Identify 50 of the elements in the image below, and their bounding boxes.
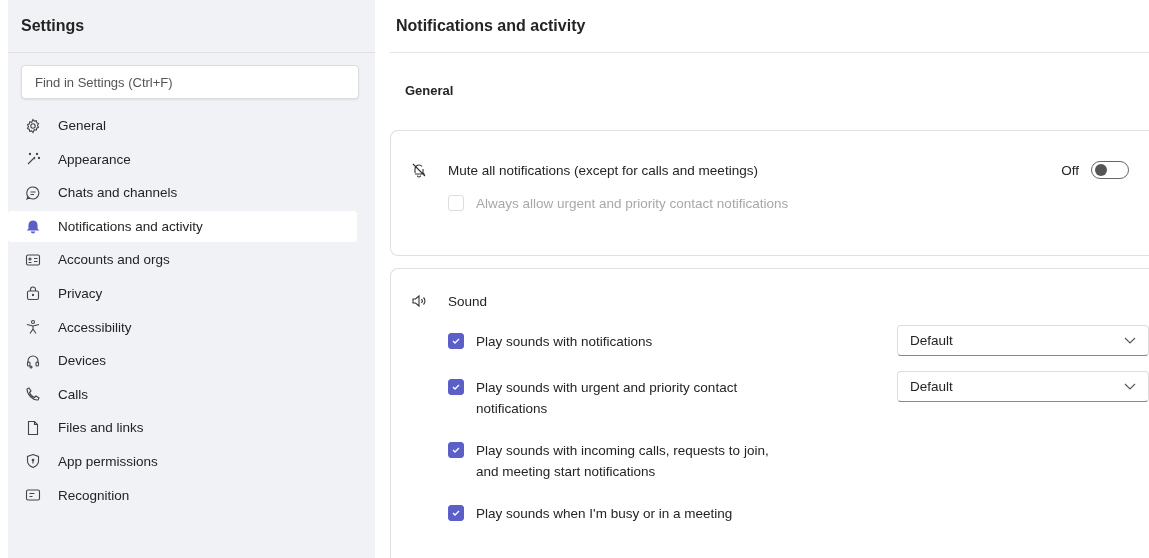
- contact-card-icon: [25, 251, 41, 268]
- check-icon: [451, 445, 461, 455]
- sidebar-item[interactable]: Accessibility: [8, 311, 357, 343]
- sidebar-item[interactable]: Chats and channels: [8, 177, 357, 209]
- chevron-down-icon: [1124, 336, 1136, 345]
- sidebar-item[interactable]: Privacy: [8, 277, 357, 309]
- checkbox[interactable]: [448, 379, 464, 395]
- bell-off-icon: [411, 162, 427, 178]
- check-icon: [451, 508, 461, 518]
- search-field[interactable]: Find in Settings (Ctrl+F): [21, 65, 359, 99]
- sidebar-item[interactable]: Recognition: [8, 479, 357, 511]
- check-icon: [451, 382, 461, 392]
- sidebar-item[interactable]: Notifications and activity: [8, 210, 357, 242]
- sidebar-item[interactable]: General: [8, 110, 357, 141]
- sidebar-item[interactable]: Appearance: [8, 143, 357, 175]
- checkbox-label: Play sounds with notifications: [476, 333, 654, 351]
- checkbox-label: Always allow urgent and priority contact notifications: [476, 195, 789, 213]
- chevron-down-icon: [1124, 382, 1136, 391]
- sidebar-item[interactable]: Files and links: [8, 412, 357, 444]
- page-title: Notifications and activity: [390, 0, 1149, 53]
- sidebar-item[interactable]: Devices: [8, 345, 357, 377]
- section-title: Sound: [448, 293, 488, 309]
- checkbox[interactable]: [448, 442, 464, 458]
- lock-icon: [25, 285, 41, 302]
- person-icon: [25, 319, 41, 336]
- checkbox-label: Play sounds when I'm busy or in a meeting: [476, 505, 734, 523]
- dropdown[interactable]: Default: [897, 325, 1149, 356]
- sidebar-item[interactable]: Accounts and orgs: [8, 244, 357, 276]
- list-icon: [25, 487, 41, 504]
- section-heading: General: [404, 82, 455, 100]
- headset-icon: [25, 352, 41, 369]
- checkbox-label: Play sounds with incoming calls, requests to join, and meeting start notifications: [476, 442, 770, 481]
- sidebar-item[interactable]: App permissions: [8, 445, 357, 477]
- checkbox[interactable]: [448, 333, 464, 349]
- toggle-switch[interactable]: [1091, 161, 1129, 179]
- sidebar-title: Settings: [8, 0, 375, 53]
- setting-label: Mute all notifications (except for calls and meetings): [448, 162, 758, 178]
- checkbox[interactable]: [448, 505, 464, 521]
- dropdown[interactable]: Default: [897, 371, 1149, 402]
- sidebar-item[interactable]: Calls: [8, 378, 357, 410]
- chat-icon: [25, 184, 41, 201]
- document-icon: [25, 419, 41, 436]
- bell-icon: [25, 218, 41, 235]
- phone-icon: [25, 386, 41, 403]
- checkbox-label: Play sounds with urgent and priority contact notifications: [476, 379, 739, 418]
- shield-icon: [25, 453, 41, 470]
- check-icon: [451, 336, 461, 346]
- toggle-label: Off: [1061, 162, 1079, 178]
- gear-icon: [25, 117, 41, 134]
- speaker-icon: [411, 293, 427, 309]
